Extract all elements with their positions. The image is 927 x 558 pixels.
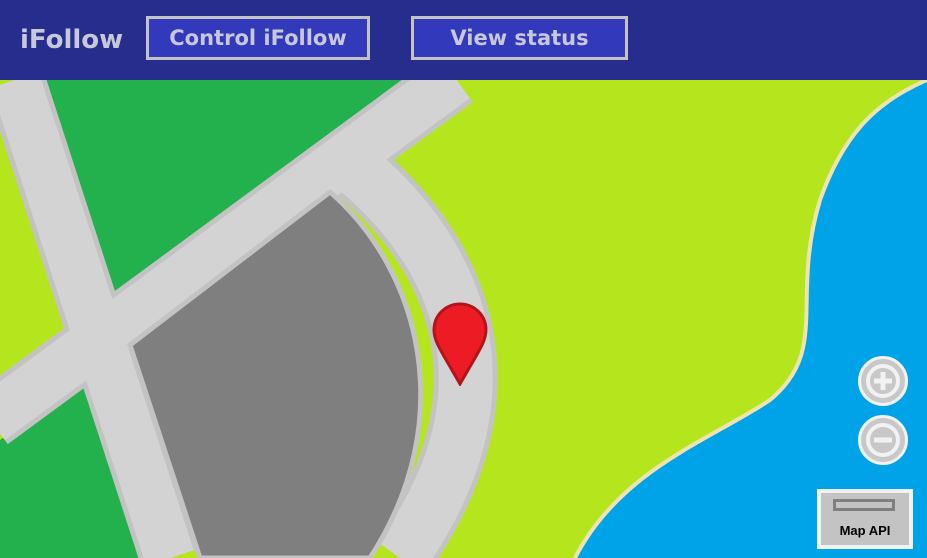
location-pin-icon[interactable] [432,302,488,386]
zoom-in-button[interactable] [858,356,908,406]
map-api-logo [833,499,895,511]
map-api-label: Map API [839,523,891,538]
control-ifollow-button[interactable]: Control iFollow [146,16,370,60]
zoom-out-button[interactable] [858,415,908,465]
app-title: iFollow [20,25,124,55]
view-status-button[interactable]: View status [411,16,628,60]
top-navigation-bar: iFollow Control iFollow View status [0,0,927,80]
map-api-attribution: Map API [817,489,913,549]
minus-icon [866,423,900,457]
map-view[interactable]: Map API [0,80,927,558]
plus-icon [866,364,900,398]
